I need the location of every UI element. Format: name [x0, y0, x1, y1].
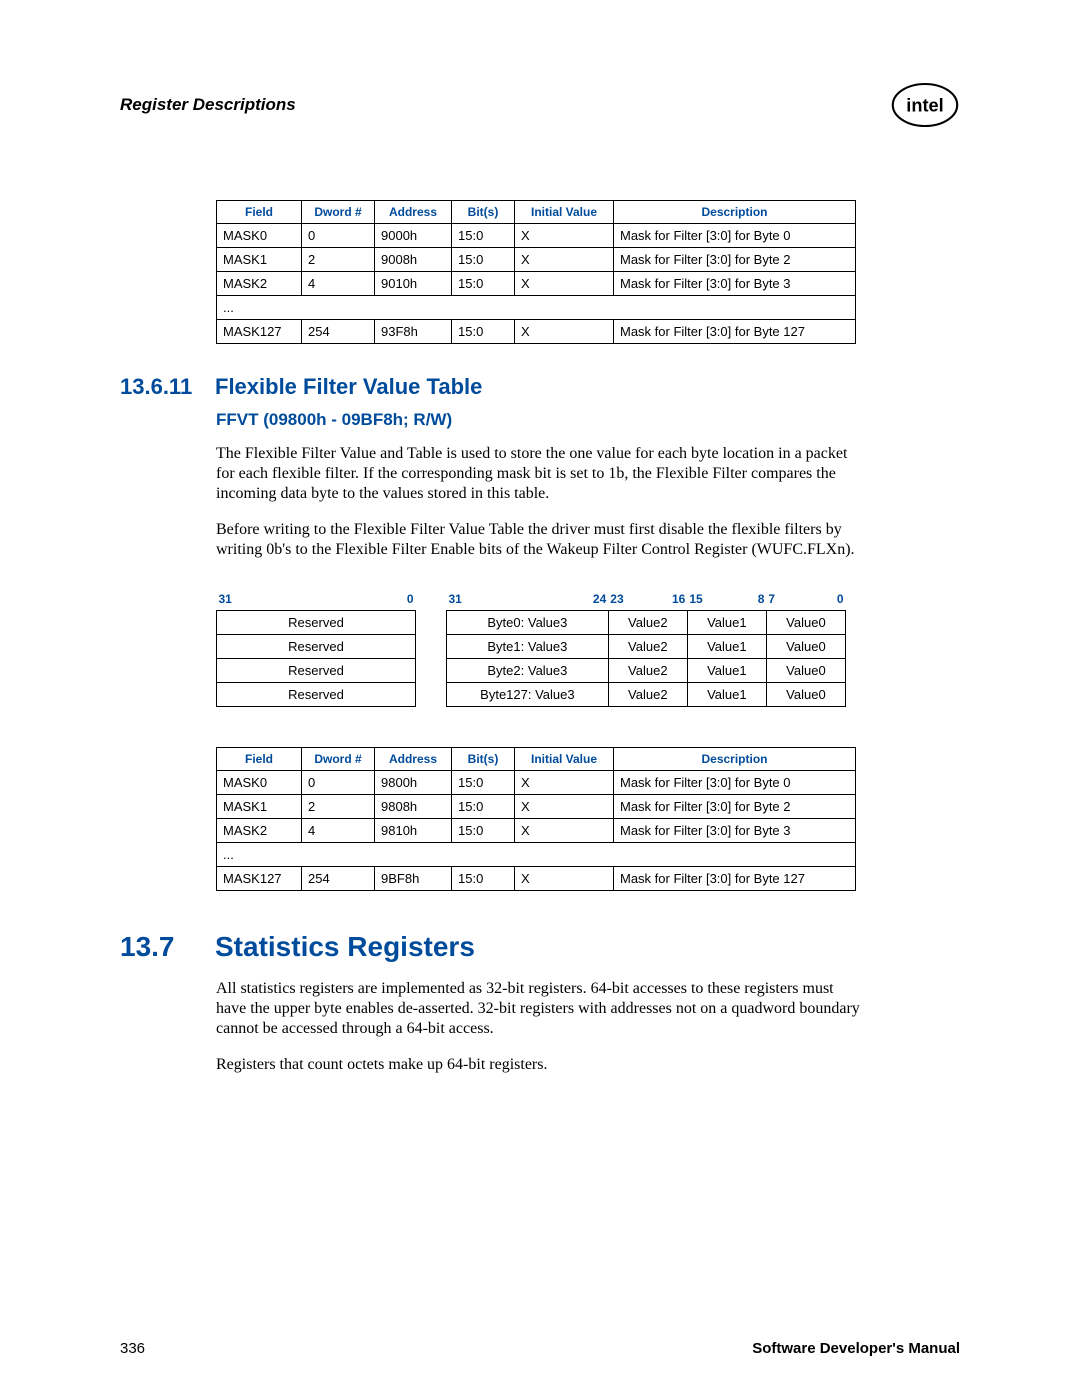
col-address: Address: [375, 201, 452, 224]
page-header: Register Descriptions intel: [120, 80, 960, 130]
bit-label: 0: [340, 590, 416, 611]
table-row: MASK0 0 9000h 15:0 X Mask for Filter [3:…: [217, 224, 856, 248]
section-title: Statistics Registers: [215, 931, 475, 962]
bit-label: 31: [217, 590, 340, 611]
col-initial: Initial Value: [515, 201, 614, 224]
page-number: 336: [120, 1340, 145, 1357]
table-row: MASK1 2 9008h 15:0 X Mask for Filter [3:…: [217, 248, 856, 272]
col-bits: Bit(s): [452, 201, 515, 224]
bit-label: 8: [736, 590, 766, 611]
bit-label: 24: [527, 590, 608, 611]
bit-label: 16: [648, 590, 688, 611]
col-desc: Description: [614, 748, 856, 771]
table-header-row: Field Dword # Address Bit(s) Initial Val…: [217, 748, 856, 771]
table-row: Reserved: [217, 635, 416, 659]
col-field: Field: [217, 201, 302, 224]
col-bits: Bit(s): [452, 748, 515, 771]
bit-label: 23: [608, 590, 648, 611]
col-dword: Dword #: [302, 201, 375, 224]
intel-logo-icon: intel: [890, 80, 960, 130]
table-row: Byte127: Value3 Value2 Value1 Value0: [447, 683, 846, 707]
section-number: 13.6.11: [120, 374, 215, 400]
table-row-ellipsis: ...: [217, 296, 856, 320]
paragraph: Registers that count octets make up 64-b…: [216, 1055, 866, 1075]
table-row-ellipsis: ...: [217, 843, 856, 867]
table-row: Reserved: [217, 611, 416, 635]
bit-label: 31: [447, 590, 528, 611]
svg-text:intel: intel: [906, 95, 943, 115]
col-field: Field: [217, 748, 302, 771]
table-row: MASK0 0 9800h 15:0 X Mask for Filter [3:…: [217, 771, 856, 795]
table-row: Reserved: [217, 683, 416, 707]
table-row: MASK2 4 9010h 15:0 X Mask for Filter [3:…: [217, 272, 856, 296]
bit-label: 7: [766, 590, 806, 611]
bit-table-right: 31 24 23 16 15 8 7 0 Byte0: Value3 Value…: [446, 590, 846, 707]
section-heading-13-6-11: 13.6.11Flexible Filter Value Table: [120, 374, 960, 400]
table-row: Byte1: Value3 Value2 Value1 Value0: [447, 635, 846, 659]
register-table-1: Field Dword # Address Bit(s) Initial Val…: [216, 200, 856, 344]
page-footer: 336 Software Developer's Manual: [120, 1340, 960, 1357]
table-row: Byte0: Value3 Value2 Value1 Value0: [447, 611, 846, 635]
col-desc: Description: [614, 201, 856, 224]
table-row: Byte2: Value3 Value2 Value1 Value0: [447, 659, 846, 683]
table-row: Reserved: [217, 659, 416, 683]
col-initial: Initial Value: [515, 748, 614, 771]
col-dword: Dword #: [302, 748, 375, 771]
table-row: MASK1 2 9808h 15:0 X Mask for Filter [3:…: [217, 795, 856, 819]
bit-layout-row: 31 0 Reserved Reserved Reserved Reserved…: [216, 590, 960, 707]
section-number: 13.7: [120, 931, 215, 963]
bit-table-left: 31 0 Reserved Reserved Reserved Reserved: [216, 590, 416, 707]
paragraph: Before writing to the Flexible Filter Va…: [216, 520, 866, 560]
register-subheading: FFVT (09800h - 09BF8h; R/W): [216, 410, 960, 430]
footer-title: Software Developer's Manual: [752, 1340, 960, 1357]
section-title: Flexible Filter Value Table: [215, 374, 482, 399]
paragraph: The Flexible Filter Value and Table is u…: [216, 444, 866, 504]
table-row: MASK2 4 9810h 15:0 X Mask for Filter [3:…: [217, 819, 856, 843]
section-heading-13-7: 13.7Statistics Registers: [120, 931, 960, 963]
table-header-row: Field Dword # Address Bit(s) Initial Val…: [217, 201, 856, 224]
table-row: MASK127 254 9BF8h 15:0 X Mask for Filter…: [217, 867, 856, 891]
register-table-2: Field Dword # Address Bit(s) Initial Val…: [216, 747, 856, 891]
header-title: Register Descriptions: [120, 95, 296, 115]
col-address: Address: [375, 748, 452, 771]
document-page: Register Descriptions intel Field Dword …: [0, 0, 1080, 1397]
bit-label: 15: [687, 590, 736, 611]
table-row: MASK127 254 93F8h 15:0 X Mask for Filter…: [217, 320, 856, 344]
paragraph: All statistics registers are implemented…: [216, 979, 866, 1039]
bit-label: 0: [806, 590, 846, 611]
